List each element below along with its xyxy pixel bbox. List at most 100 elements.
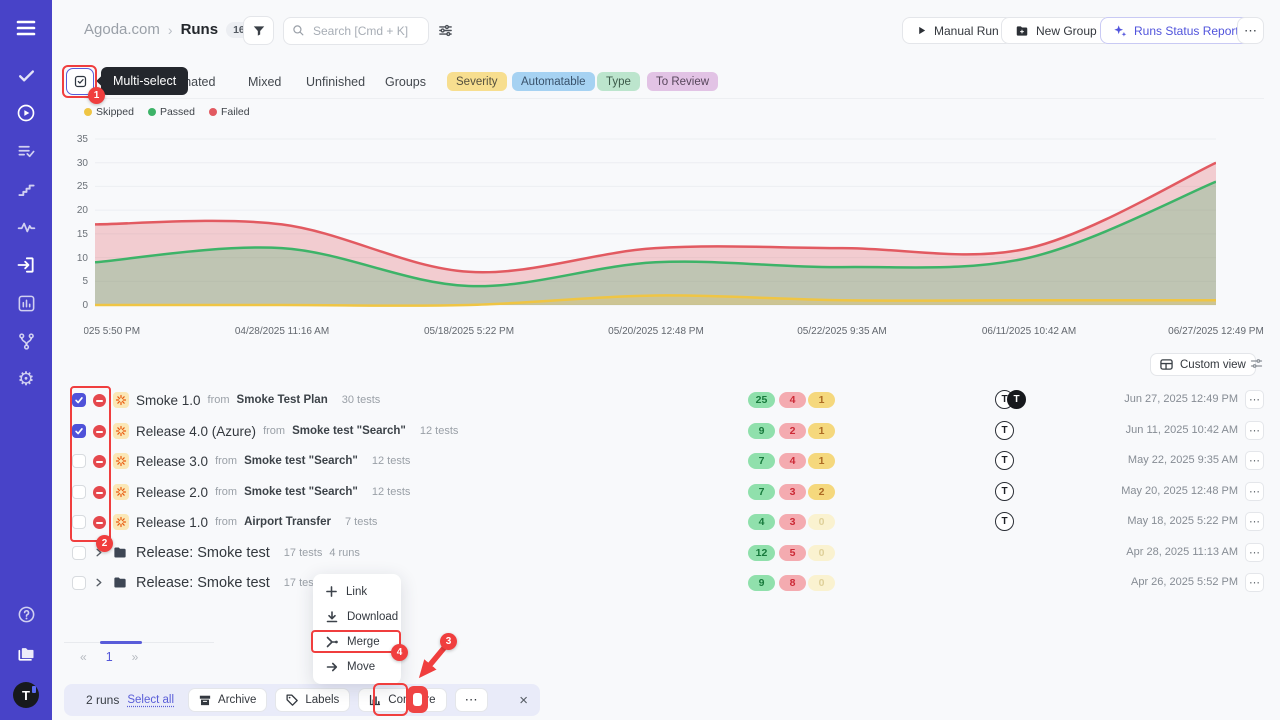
group-row[interactable]: Release: Smoke test17 tests4 runs 12 5 0… bbox=[64, 539, 1264, 567]
new-group-button[interactable]: New Group bbox=[1001, 17, 1111, 44]
runs-icon[interactable] bbox=[0, 253, 52, 277]
menu-item-link[interactable]: Link bbox=[313, 579, 401, 604]
run-plan-link[interactable]: Smoke test "Search" bbox=[244, 486, 358, 498]
tests-check-icon[interactable] bbox=[0, 63, 52, 87]
selection-bar: 2 runs Select all Archive Labels Compare… bbox=[64, 684, 540, 716]
run-firework-icon bbox=[113, 423, 129, 439]
run-plan-link[interactable]: Smoke test "Search" bbox=[292, 425, 406, 437]
row-more-button[interactable]: ⋯ bbox=[1245, 421, 1264, 440]
menu-item-download[interactable]: Download bbox=[313, 604, 401, 629]
pagination-page-1[interactable]: 1 bbox=[106, 650, 113, 664]
group-row[interactable]: Release: Smoke test17 tests7 runs 9 8 0 … bbox=[64, 569, 1264, 597]
milestones-steps-icon[interactable] bbox=[0, 177, 52, 201]
passed-badge: 25 bbox=[748, 392, 775, 408]
failed-badge: 3 bbox=[779, 484, 806, 500]
row-more-button[interactable]: ⋯ bbox=[1245, 390, 1264, 409]
tab-unfinished[interactable]: Unfinished bbox=[306, 75, 365, 89]
menu-icon[interactable] bbox=[0, 16, 52, 40]
selected-count: 2 runs bbox=[86, 693, 119, 707]
custom-view-button[interactable]: Custom view bbox=[1150, 353, 1256, 376]
run-plan-link[interactable]: Smoke test "Search" bbox=[244, 455, 358, 467]
custom-view-label: Custom view bbox=[1180, 359, 1246, 371]
run-checkbox[interactable] bbox=[72, 393, 86, 407]
skipped-dot-icon bbox=[84, 108, 92, 116]
run-checkbox[interactable] bbox=[72, 576, 86, 590]
group-title[interactable]: Release: Smoke test bbox=[136, 545, 270, 561]
row-context-menu: Link Download Merge Move bbox=[313, 574, 401, 684]
run-title[interactable]: Smoke 1.0 bbox=[136, 393, 201, 408]
pagination-next[interactable]: » bbox=[132, 650, 139, 664]
run-row[interactable]: Smoke 1.0fromSmoke Test Plan30 tests 25 … bbox=[64, 386, 1264, 414]
pill-severity[interactable]: Severity bbox=[447, 72, 507, 91]
group-title[interactable]: Release: Smoke test bbox=[136, 575, 270, 591]
pill-type[interactable]: Type bbox=[597, 72, 640, 91]
chevron-right-icon[interactable] bbox=[93, 576, 104, 594]
run-title[interactable]: Release 3.0 bbox=[136, 454, 208, 469]
table-icon bbox=[1160, 358, 1173, 371]
run-firework-icon bbox=[113, 484, 129, 500]
reports-chart-icon[interactable] bbox=[0, 291, 52, 315]
page-title: Runs bbox=[181, 21, 219, 38]
run-checkbox[interactable] bbox=[72, 424, 86, 438]
select-all-link[interactable]: Select all bbox=[127, 694, 174, 706]
run-row[interactable]: Release 1.0fromAirport Transfer7 tests 4… bbox=[64, 508, 1264, 536]
run-plan-link[interactable]: Airport Transfer bbox=[244, 516, 331, 528]
multi-select-tooltip: Multi-select bbox=[101, 67, 188, 95]
archive-icon bbox=[199, 694, 211, 706]
run-row[interactable]: Release 3.0fromSmoke test "Search"12 tes… bbox=[64, 447, 1264, 475]
pagination-prev[interactable]: « bbox=[80, 650, 87, 664]
test-plans-icon[interactable] bbox=[0, 139, 52, 163]
row-more-button[interactable]: ⋯ bbox=[1245, 482, 1264, 501]
view-settings-sliders-icon[interactable] bbox=[1249, 356, 1264, 376]
assignee-avatars: T bbox=[995, 482, 1014, 501]
projects-folders-icon[interactable] bbox=[0, 642, 52, 666]
settings-gear-icon[interactable]: ⚙ bbox=[0, 367, 52, 391]
download-icon bbox=[326, 611, 338, 623]
close-selection-icon[interactable]: × bbox=[519, 692, 528, 709]
row-more-button[interactable]: ⋯ bbox=[1245, 512, 1264, 531]
menu-item-merge[interactable]: Merge bbox=[313, 629, 401, 654]
labels-button[interactable]: Labels bbox=[275, 688, 350, 712]
search-settings-sliders-icon[interactable] bbox=[437, 22, 454, 44]
breadcrumb: Agoda.com › Runs 16 bbox=[84, 21, 252, 38]
filter-funnel-button[interactable] bbox=[243, 16, 274, 45]
workspace-t-logo[interactable]: T bbox=[13, 682, 39, 708]
archive-button[interactable]: Archive bbox=[188, 688, 267, 712]
branches-icon[interactable] bbox=[0, 329, 52, 353]
run-checkbox[interactable] bbox=[72, 454, 86, 468]
help-icon[interactable] bbox=[0, 602, 52, 626]
breadcrumb-separator: › bbox=[168, 22, 173, 38]
from-label: from bbox=[215, 486, 237, 498]
compare-button[interactable]: Compare bbox=[358, 688, 446, 712]
run-row[interactable]: Release 2.0fromSmoke test "Search"12 tes… bbox=[64, 478, 1264, 506]
run-title[interactable]: Release 1.0 bbox=[136, 515, 208, 530]
run-date: May 22, 2025 9:35 AM bbox=[1128, 454, 1238, 466]
sparkles-icon bbox=[1113, 24, 1127, 38]
menu-item-move[interactable]: Move bbox=[313, 654, 401, 679]
play-circle-icon[interactable] bbox=[0, 101, 52, 125]
runs-status-report-button[interactable]: Runs Status Report bbox=[1100, 17, 1252, 44]
pill-automatable[interactable]: Automatable bbox=[512, 72, 595, 91]
selection-more-button[interactable]: ⋯ bbox=[455, 688, 488, 712]
passed-dot-icon bbox=[148, 108, 156, 116]
run-row[interactable]: Release 4.0 (Azure)fromSmoke test "Searc… bbox=[64, 417, 1264, 445]
manual-run-button[interactable]: Manual Run bbox=[902, 17, 1013, 44]
run-checkbox[interactable] bbox=[72, 515, 86, 529]
tab-mixed[interactable]: Mixed bbox=[248, 75, 281, 89]
pill-to-review[interactable]: To Review bbox=[647, 72, 718, 91]
run-checkbox[interactable] bbox=[72, 485, 86, 499]
run-plan-link[interactable]: Smoke Test Plan bbox=[237, 394, 328, 406]
tab-groups[interactable]: Groups bbox=[385, 75, 426, 89]
header-more-button[interactable]: ⋯ bbox=[1237, 17, 1264, 44]
run-checkbox[interactable] bbox=[72, 546, 86, 560]
activity-pulse-icon[interactable] bbox=[0, 215, 52, 239]
run-title[interactable]: Release 2.0 bbox=[136, 485, 208, 500]
run-title[interactable]: Release 4.0 (Azure) bbox=[136, 424, 256, 439]
breadcrumb-project[interactable]: Agoda.com bbox=[84, 21, 160, 38]
y-tick-label: 5 bbox=[58, 276, 88, 287]
row-more-button[interactable]: ⋯ bbox=[1245, 543, 1264, 562]
row-more-button[interactable]: ⋯ bbox=[1245, 573, 1264, 592]
x-tick-label: 05/20/2025 12:48 PM bbox=[608, 326, 704, 337]
failed-badge: 3 bbox=[779, 514, 806, 530]
row-more-button[interactable]: ⋯ bbox=[1245, 451, 1264, 470]
